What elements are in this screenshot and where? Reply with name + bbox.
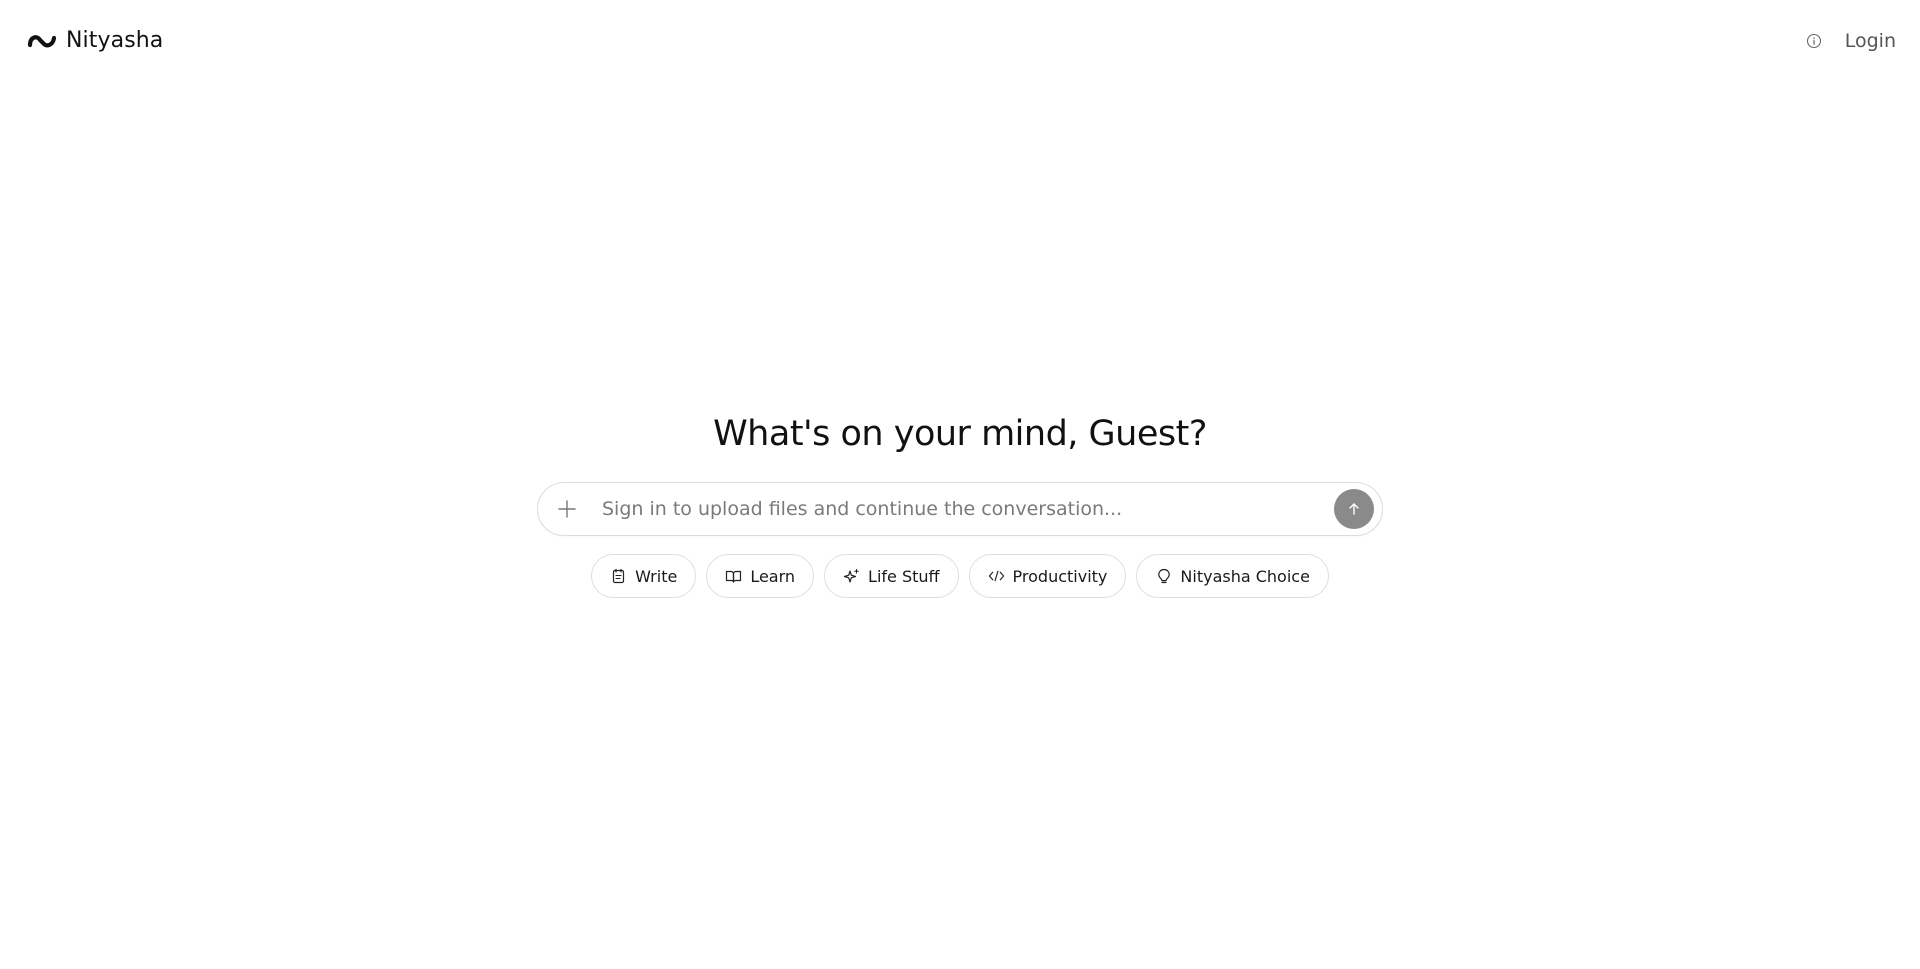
suggestion-productivity[interactable]: Productivity: [968, 554, 1127, 598]
page: Nityasha Login What's on your mind, Gues…: [0, 0, 1920, 969]
suggestion-write[interactable]: Write: [591, 554, 697, 598]
plus-icon: [558, 500, 576, 518]
send-button[interactable]: [1334, 489, 1374, 529]
suggestion-chips: Write Learn Life Stuff Productivity Nity…: [591, 554, 1329, 598]
page-title: What's on your mind, Guest?: [713, 414, 1207, 454]
arrow-up-icon: [1349, 503, 1359, 515]
sparkle-icon: [843, 568, 860, 585]
main-content: What's on your mind, Guest? Sign in to u…: [0, 408, 1920, 598]
attach-button[interactable]: [554, 496, 580, 522]
suggestion-life-stuff[interactable]: Life Stuff: [824, 554, 959, 598]
info-button[interactable]: [1803, 30, 1825, 52]
open-book-icon: [725, 568, 742, 585]
header-actions: Login: [1803, 30, 1896, 52]
suggestion-label: Productivity: [1012, 566, 1108, 586]
suggestion-label: Learn: [750, 566, 796, 586]
suggestion-learn[interactable]: Learn: [706, 554, 815, 598]
brand-name: Nityasha: [66, 28, 164, 53]
suggestion-nityasha-choice[interactable]: Nityasha Choice: [1136, 554, 1329, 598]
suggestion-label: Life Stuff: [868, 566, 940, 586]
info-icon: [1806, 33, 1821, 49]
login-link[interactable]: Login: [1845, 30, 1896, 52]
suggestion-label: Write: [635, 566, 678, 586]
message-input[interactable]: [600, 488, 1334, 530]
suggestion-label: Nityasha Choice: [1180, 566, 1310, 586]
brand-home-link[interactable]: Nityasha: [27, 28, 163, 53]
chat-composer: [537, 482, 1383, 536]
top-bar: Nityasha Login: [0, 0, 1920, 84]
lightbulb-icon: [1155, 568, 1172, 585]
notepad-icon: [610, 568, 627, 585]
brand-logo-icon: [27, 34, 57, 47]
code-icon: [988, 568, 1005, 585]
